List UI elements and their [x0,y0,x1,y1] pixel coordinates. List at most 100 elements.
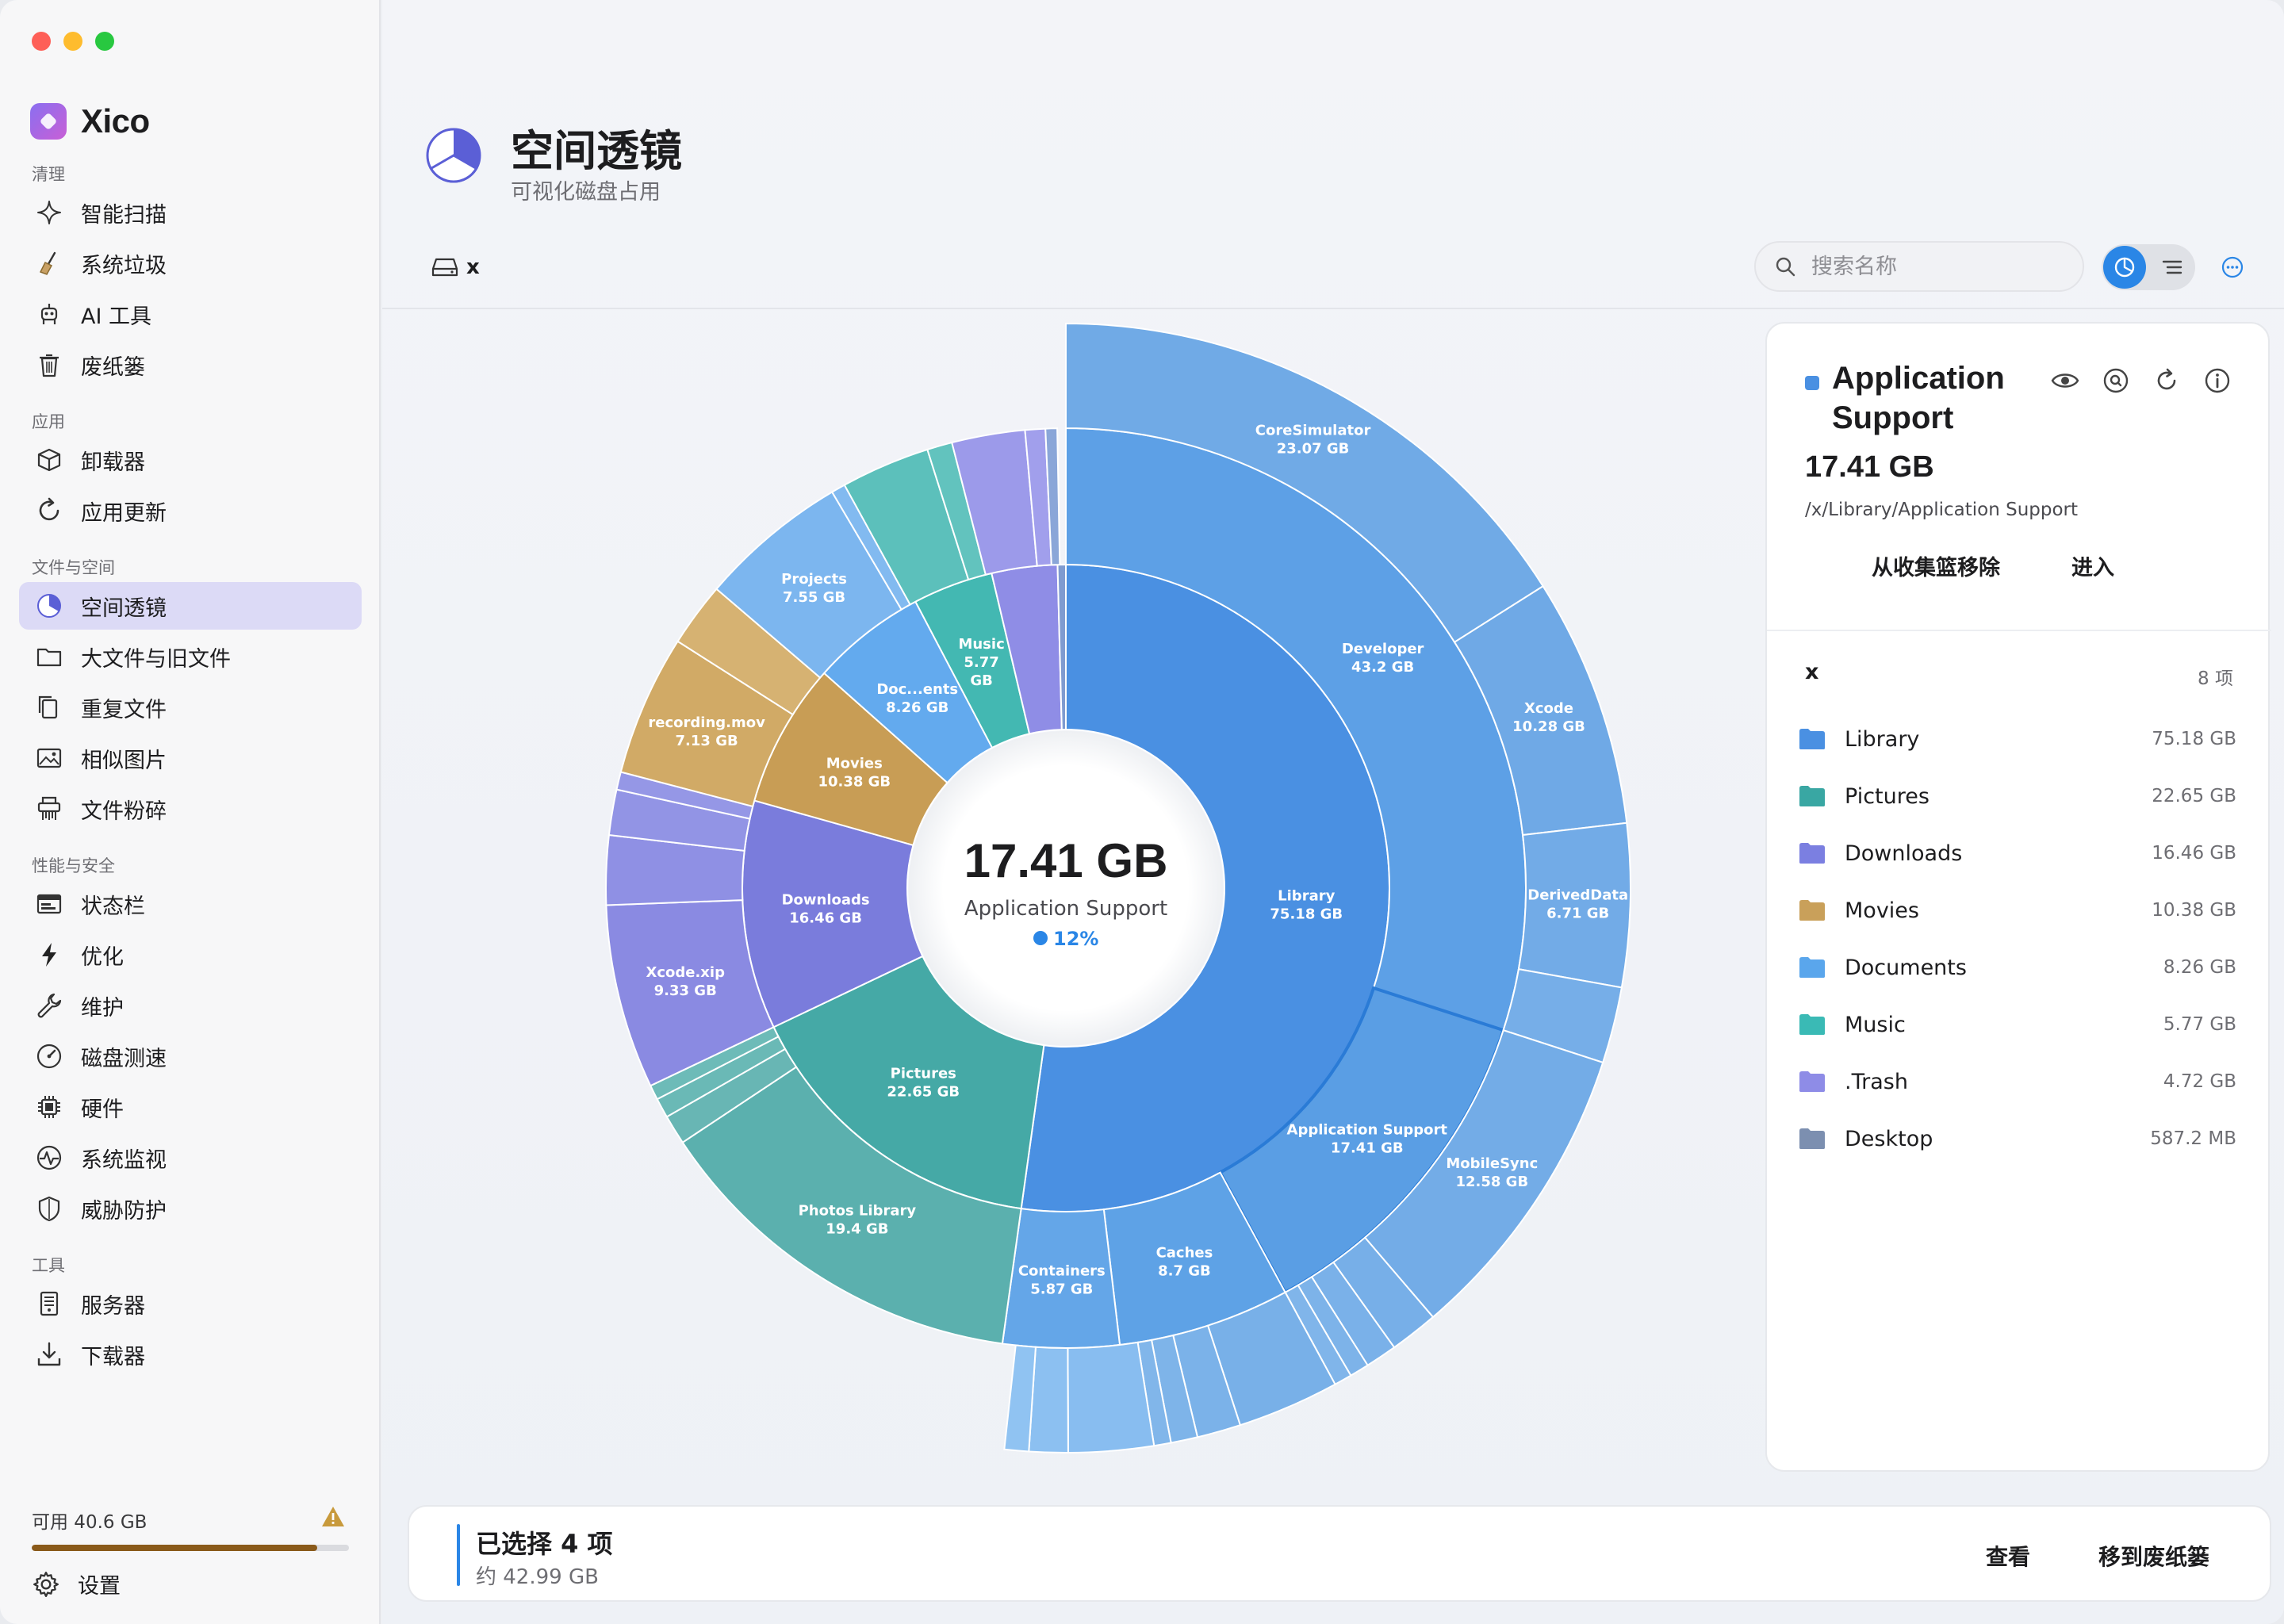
enter-folder-button[interactable]: 进入 [2071,550,2114,581]
sidebar-item[interactable]: 优化 [19,931,362,979]
sidebar-item[interactable]: 大文件与旧文件 [19,633,362,680]
view-selection-button[interactable]: 查看 [1986,1540,2030,1572]
zoom-window-button[interactable] [95,32,114,51]
sidebar-item[interactable]: 相似图片 [19,734,362,782]
center-disc[interactable] [909,731,1223,1045]
app-window: Xico 清理 智能扫描 系统垃圾 AI 工具 废纸篓 应用 卸载器 应用更新 文件与空间 空间透… [0,0,2284,1624]
sidebar-item[interactable]: 智能扫描 [19,189,362,236]
box-icon [35,446,63,474]
close-window-button[interactable] [32,32,51,51]
sidebar-item[interactable]: 服务器 [19,1280,362,1327]
remove-from-basket-button[interactable]: 从收集篮移除 [1872,550,2000,581]
sidebar-item-label: 系统垃圾 [81,253,167,278]
rescan-button[interactable] [2151,365,2182,396]
folder-name: Music [1845,1012,1906,1037]
folder-icon [1799,957,1825,978]
folder-name: Downloads [1845,841,1963,866]
folder-row[interactable]: Movies 10.38 GB [1799,887,2236,934]
folder-row[interactable]: Downloads 16.46 GB [1799,829,2236,877]
sidebar-item[interactable]: 废纸篓 [19,341,362,389]
sunburst-segment[interactable] [1067,1341,1155,1454]
sidebar-item[interactable]: 系统监视 [19,1134,362,1182]
sidebar-item-label: 优化 [81,944,124,970]
section-title: 性能与安全 [32,856,115,875]
folder-row[interactable]: Music 5.77 GB [1799,1001,2236,1048]
sidebar-item-label: 智能扫描 [81,202,167,228]
space-lens-icon [426,128,481,183]
settings-button[interactable]: 设置 [32,1568,121,1599]
sparkle-icon [35,198,63,227]
sidebar-item[interactable]: 应用更新 [19,487,362,534]
drive-icon [431,258,458,277]
folder-name: Pictures [1845,783,1930,809]
pie-chart-icon [2114,257,2135,278]
folder-size: 10.38 GB [2152,900,2236,921]
info-button[interactable] [2202,365,2233,396]
sidebar-item-label: 重复文件 [81,697,167,722]
folder-icon [1799,900,1825,921]
sidebar-item[interactable]: 硬件 [19,1083,362,1131]
drive-selector[interactable]: x [431,255,480,279]
broom-icon [35,249,63,278]
sidebar-item-label: 硬件 [81,1097,124,1122]
toolbar: x [382,238,2284,309]
folder-icon [1799,843,1825,864]
detail-size: 17.41 GB [1805,450,1934,484]
folder-row[interactable]: Desktop 587.2 MB [1799,1115,2236,1162]
settings-label: 设置 [78,1574,121,1599]
sidebar-item[interactable]: 状态栏 [19,880,362,928]
sidebar-item[interactable]: 维护 [19,982,362,1029]
sidebar-item[interactable]: 重复文件 [19,684,362,731]
sidebar-item[interactable]: 卸载器 [19,436,362,484]
refresh-icon [35,496,63,525]
section-title: 清理 [32,165,65,184]
selection-bar: 已选择 4 项 约 42.99 GB 查看 移到废纸篓 [408,1505,2271,1602]
folder-name: .Trash [1845,1069,1908,1094]
reveal-button[interactable] [2100,365,2132,396]
search-icon [1776,257,1795,277]
pulse-icon [35,1143,63,1172]
sidebar-item-label: 威胁防护 [81,1198,167,1224]
list-view-button[interactable] [2151,246,2194,289]
sidebar-item-label: 大文件与旧文件 [81,646,231,672]
more-options-button[interactable] [2216,251,2249,284]
chart-view-button[interactable] [2103,246,2146,289]
sidebar-item-label: 服务器 [81,1293,145,1319]
sidebar-item[interactable]: 文件粉碎 [19,785,362,833]
sidebar-item-label: 空间透镜 [81,596,167,621]
sidebar-item[interactable]: AI 工具 [19,290,362,338]
sidebar-item-label: 磁盘测速 [81,1046,167,1071]
search-input[interactable] [1811,254,2065,279]
preview-button[interactable] [2049,365,2081,396]
folder-name: Desktop [1845,1126,1933,1151]
folder-row[interactable]: Documents 8.26 GB [1799,944,2236,991]
warning-icon[interactable] [320,1505,346,1529]
section-title: 文件与空间 [32,558,115,577]
folder-size: 8.26 GB [2163,957,2236,978]
sidebar-item[interactable]: 系统垃圾 [19,239,362,287]
sidebar-item[interactable]: 威胁防护 [19,1185,362,1232]
folder-icon [1799,729,1825,749]
sidebar-item-label: 相似图片 [81,748,167,773]
sidebar-item[interactable]: 下载器 [19,1331,362,1378]
pie-icon [35,592,63,620]
move-to-trash-button[interactable]: 移到废纸篓 [2098,1540,2209,1572]
sunburst-center[interactable]: 17.41 GB Application Support 12% [909,731,1223,1045]
sidebar-item[interactable]: 空间透镜 [19,582,362,630]
sidebar-item[interactable]: 磁盘测速 [19,1032,362,1080]
folder-row[interactable]: Library 75.18 GB [1799,715,2236,763]
folder-size: 16.46 GB [2152,843,2236,864]
sunburst-chart: Library 75.18 GBPictures 22.65 GBDownloads… [605,322,1631,1454]
sidebar: Xico 清理 智能扫描 系统垃圾 AI 工具 废纸篓 应用 卸载器 应用更新 文件与空间 空间透… [0,0,381,1624]
folder-size: 4.72 GB [2163,1071,2236,1092]
folder-row[interactable]: .Trash 4.72 GB [1799,1058,2236,1105]
sidebar-item-label: 文件粉碎 [81,799,167,824]
search-box[interactable] [1754,241,2084,292]
minimize-window-button[interactable] [63,32,82,51]
app-name: Xico [81,102,150,140]
shield-icon [35,1194,63,1223]
info-icon [2205,368,2230,393]
download-icon [35,1340,63,1369]
folder-row[interactable]: Pictures 22.65 GB [1799,772,2236,820]
sidebar-item-label: 状态栏 [81,894,145,919]
